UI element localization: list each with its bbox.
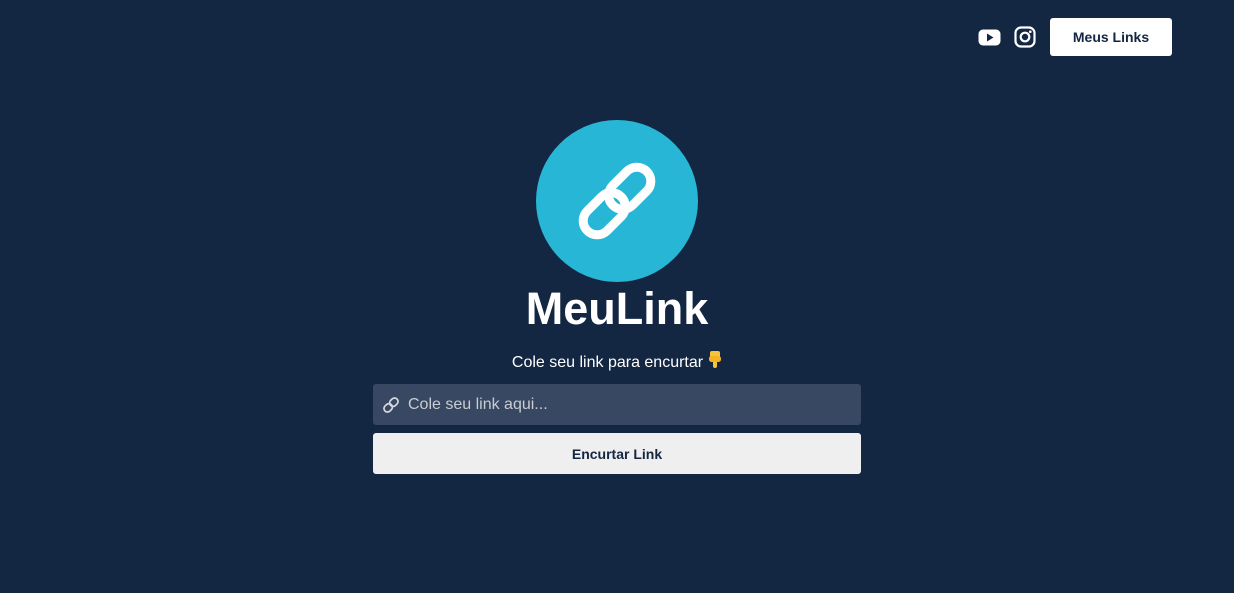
link-input-wrapper <box>373 383 861 426</box>
shorten-link-button[interactable]: Encurtar Link <box>373 433 861 474</box>
logo <box>536 120 698 282</box>
subtitle-text: Cole seu link para encurtar <box>511 354 704 371</box>
meus-links-button[interactable]: Meus Links <box>1050 18 1172 56</box>
youtube-icon[interactable] <box>977 25 1001 49</box>
pointing-down-icon <box>708 351 722 375</box>
chain-link-icon <box>578 162 656 240</box>
instagram-icon[interactable] <box>1013 25 1037 49</box>
page-title: MeuLink <box>525 283 709 334</box>
subtitle: Cole seu link para encurtar <box>0 351 1234 375</box>
page: Meus Links MeuLink Cole seu link para en… <box>0 0 1234 593</box>
link-icon <box>381 395 401 415</box>
header: Meus Links <box>977 18 1172 56</box>
link-input[interactable] <box>401 383 861 426</box>
